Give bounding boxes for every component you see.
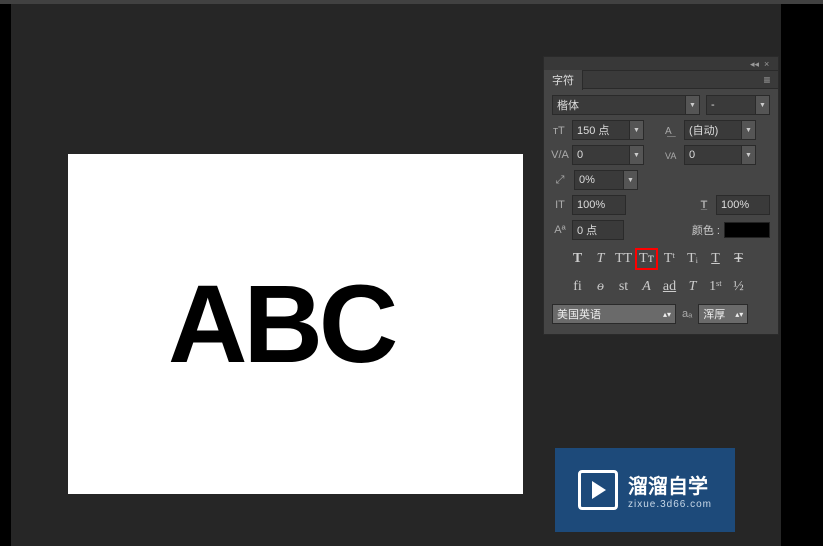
chevron-down-icon[interactable]: ▼: [623, 171, 637, 189]
kerning-input[interactable]: 0 ▼: [572, 145, 644, 165]
superscript-button[interactable]: Tᵗ: [658, 248, 681, 270]
antialias-icon: aₐ: [682, 308, 692, 320]
collapse-icon[interactable]: ◂◂: [750, 60, 758, 68]
watermark-text: 溜溜自学 zixue.3d66.com: [628, 470, 712, 510]
allcaps-button[interactable]: TT: [612, 248, 635, 270]
swash-button[interactable]: A: [635, 276, 658, 298]
watermark: 溜溜自学 zixue.3d66.com: [555, 448, 735, 532]
kerning-icon: V/A: [552, 147, 568, 163]
faux-italic-button[interactable]: T: [589, 248, 612, 270]
chevron-down-icon[interactable]: ▼: [629, 121, 643, 139]
svg-text:A͟: A͟: [665, 126, 676, 137]
baseline-input[interactable]: 0 点: [572, 220, 624, 240]
underline-button[interactable]: T: [704, 248, 727, 270]
character-panel: ◂◂ × 字符 ≡ 楷体 ▼ - ▼: [543, 56, 779, 335]
watermark-logo-icon: [578, 470, 618, 510]
close-icon[interactable]: ×: [764, 60, 772, 68]
font-size-input[interactable]: 150 点 ▼: [572, 120, 644, 140]
chevron-down-icon[interactable]: ▼: [755, 96, 769, 114]
scale-input[interactable]: 0% ▼: [574, 170, 638, 190]
font-style-select[interactable]: - ▼: [706, 95, 770, 115]
stretch-row: IT 100% T̲ 100%: [552, 195, 770, 215]
baseline-row: Aª 0 点 颜色 :: [552, 220, 770, 240]
svg-text:VA: VA: [665, 151, 676, 161]
subscript-button[interactable]: Tᵢ: [681, 248, 704, 270]
tab-character[interactable]: 字符: [544, 70, 583, 90]
antialias-select[interactable]: 浑厚 ▴▾: [698, 304, 748, 324]
size-row: тT 150 点 ▼ A͟ (自动) ▼: [552, 120, 770, 140]
horizontal-scale-input[interactable]: 100%: [716, 195, 770, 215]
svg-text:тT: тT: [553, 125, 565, 137]
contextual-alt-button[interactable]: ɵ: [589, 276, 612, 298]
ordinals-button[interactable]: 1ˢᵗ: [704, 276, 727, 298]
strikethrough-button[interactable]: Ŧ: [727, 248, 750, 270]
font-family-select[interactable]: 楷体 ▼: [552, 95, 700, 115]
scale-icon: ⤢: [552, 172, 568, 188]
type-style-buttons: T T TT Tᴛ Tᵗ Tᵢ T Ŧ: [552, 248, 770, 270]
faux-bold-button[interactable]: T: [566, 248, 589, 270]
chevron-down-icon[interactable]: ▼: [741, 121, 755, 139]
titling-alt-button[interactable]: T: [681, 276, 704, 298]
tracking-icon: VA: [664, 147, 680, 163]
vertical-scale-icon: IT: [552, 197, 568, 213]
leading-icon: A͟: [664, 122, 680, 138]
updown-icon: ▴▾: [663, 310, 671, 319]
font-size-icon: тT: [552, 122, 568, 138]
kerning-row: V/A 0 ▼ VA 0 ▼: [552, 145, 770, 165]
canvas-text[interactable]: ABC: [168, 261, 394, 388]
chevron-down-icon[interactable]: ▼: [741, 146, 755, 164]
panel-tabs: 字符 ≡: [544, 71, 778, 89]
language-select[interactable]: 美国英语 ▴▾: [552, 304, 676, 324]
panel-menu-icon[interactable]: ≡: [760, 73, 774, 87]
color-swatch[interactable]: [724, 222, 770, 238]
color-label: 颜色 :: [692, 222, 720, 238]
tracking-input[interactable]: 0 ▼: [684, 145, 756, 165]
smallcaps-button[interactable]: Tᴛ: [635, 248, 658, 270]
document-canvas[interactable]: ABC: [68, 154, 523, 494]
scale-row: ⤢ 0% ▼: [552, 170, 770, 190]
vertical-scale-input[interactable]: 100%: [572, 195, 626, 215]
opentype-buttons: fi ɵ st A ad T 1ˢᵗ ½: [552, 276, 770, 298]
discretionary-lig-button[interactable]: st: [612, 276, 635, 298]
fractions-button[interactable]: ½: [727, 276, 750, 298]
workspace: ABC ◂◂ × 字符 ≡ 楷体 ▼ - ▼: [11, 4, 781, 546]
horizontal-scale-icon: T̲: [696, 197, 712, 213]
panel-body: 楷体 ▼ - ▼ тT 150 点: [544, 89, 778, 334]
font-row: 楷体 ▼ - ▼: [552, 95, 770, 115]
baseline-shift-icon: Aª: [552, 222, 568, 238]
chevron-down-icon[interactable]: ▼: [629, 146, 643, 164]
leading-input[interactable]: (自动) ▼: [684, 120, 756, 140]
chevron-down-icon[interactable]: ▼: [685, 96, 699, 114]
stylistic-alt-button[interactable]: ad: [658, 276, 681, 298]
language-row: 美国英语 ▴▾ aₐ 浑厚 ▴▾: [552, 304, 770, 324]
ligatures-button[interactable]: fi: [566, 276, 589, 298]
updown-icon: ▴▾: [735, 310, 743, 319]
